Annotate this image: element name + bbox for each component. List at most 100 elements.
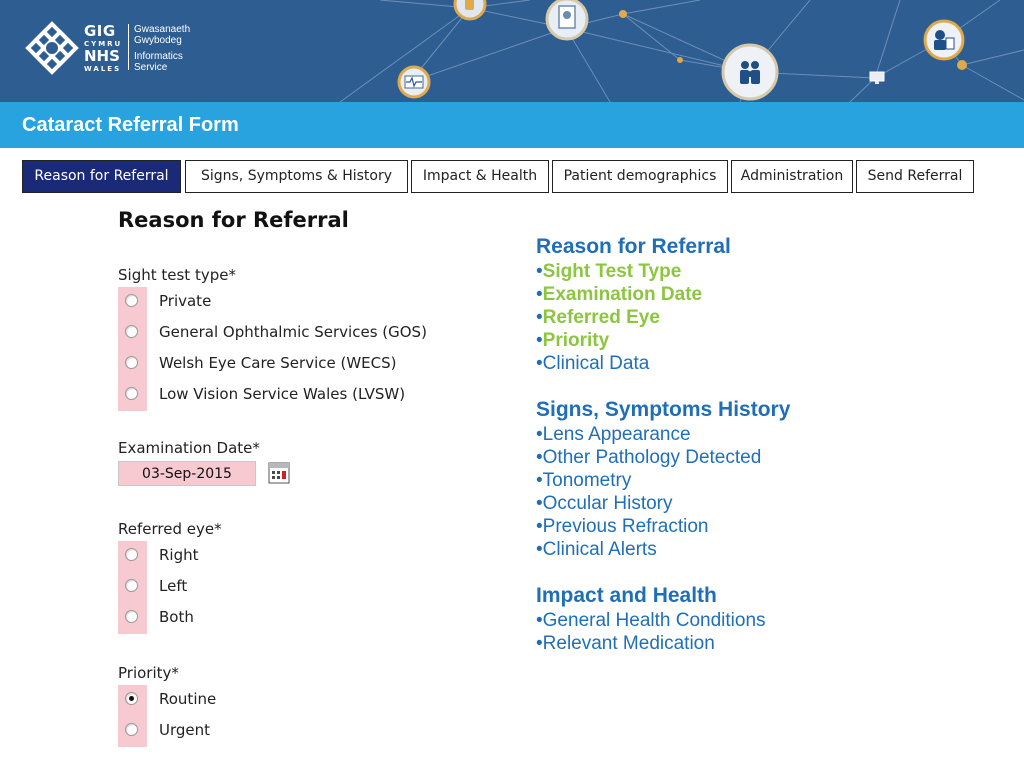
required-highlight [118,603,147,634]
radio-label: Routine [159,690,217,708]
radio-option[interactable]: Urgent [118,716,478,747]
referred-eye-label: Referred eye* [118,520,222,538]
radio-label: Left [159,577,188,595]
required-highlight [118,685,147,716]
radio-label: General Ophthalmic Services (GOS) [159,323,427,341]
required-highlight [118,318,147,349]
radio-gos[interactable] [125,325,138,338]
radio-left[interactable] [125,579,138,592]
radio-label: Private [159,292,212,310]
list-item-text: Examination Date [542,284,703,305]
list-item: •Priority [536,329,996,352]
header-banner: GIG CYMRU NHS WALES Gwasanaeth Gwybodeg … [0,0,1024,102]
logo-service-line3: Informatics [134,51,183,62]
summary-list-signs: •Lens Appearance •Other Pathology Detect… [536,423,996,561]
tab-signs-symptoms-history[interactable]: Signs, Symptoms & History [185,160,408,193]
radio-both[interactable] [125,610,138,623]
radio-option[interactable]: Left [118,572,478,603]
radio-option[interactable]: Private [118,287,478,318]
bullet-icon: • [536,493,543,514]
summary-heading-impact: Impact and Health [536,584,717,607]
priority-label: Priority* [118,664,179,682]
list-item-text: Relevant Medication [542,633,715,654]
radio-option[interactable]: Both [118,603,478,634]
tab-patient-demographics[interactable]: Patient demographics [552,160,728,193]
radio-right[interactable] [125,548,138,561]
calendar-icon[interactable] [268,462,290,484]
radio-option[interactable]: Welsh Eye Care Service (WECS) [118,349,478,380]
tab-impact-health[interactable]: Impact & Health [411,160,549,193]
family-icon [721,43,779,101]
document-icon [545,0,589,41]
list-item-text: Clinical Data [542,353,650,374]
list-item-text: Lens Appearance [542,424,691,445]
list-item-text: Previous Refraction [542,516,709,537]
list-item-text: Occular History [542,493,673,514]
bullet-icon: • [536,307,543,328]
logo-divider [128,24,129,70]
bullet-icon: • [536,447,543,468]
radio-option[interactable]: Low Vision Service Wales (LVSW) [118,380,478,411]
form-heading: Reason for Referral [118,208,349,232]
logo-service-line4: Service [134,62,168,73]
ecg-monitor-icon [397,65,431,99]
phone-icon [453,0,487,21]
radio-routine[interactable] [125,692,138,705]
radio-option[interactable]: Right [118,541,478,572]
summary-heading-reason: Reason for Referral [536,235,731,258]
exam-date-input[interactable] [118,461,256,486]
bullet-icon: • [536,424,543,445]
referred-eye-radio-group: Right Left Both [118,541,478,634]
logo-nhs-text: NHS [84,47,120,65]
required-highlight [118,380,147,411]
radio-label: Urgent [159,721,211,739]
required-highlight [118,572,147,603]
bullet-icon: • [536,330,543,351]
list-item: •Tonometry [536,469,996,492]
sight-test-label: Sight test type* [118,266,236,284]
nhs-wales-logo: GIG CYMRU NHS WALES Gwasanaeth Gwybodeg … [24,20,199,76]
radio-lvsw[interactable] [125,387,138,400]
list-item: •Occular History [536,492,996,515]
list-item-text: Priority [542,330,610,351]
list-item: •Previous Refraction [536,515,996,538]
list-item: •Lens Appearance [536,423,996,446]
referral-form: Reason for Referral Sight test type* Pri… [118,200,498,760]
section-summary: Reason for Referral •Sight Test Type •Ex… [536,234,996,655]
radio-label: Right [159,546,199,564]
list-item: •Clinical Data [536,352,996,375]
bullet-icon: • [536,539,543,560]
required-highlight [118,349,147,380]
radio-wecs[interactable] [125,356,138,369]
tab-reason-for-referral[interactable]: Reason for Referral [22,160,181,193]
monitor-icon [869,71,885,84]
radio-label: Low Vision Service Wales (LVSW) [159,385,406,403]
list-item-text: General Health Conditions [542,610,766,631]
bullet-icon: • [536,353,543,374]
bullet-icon: • [536,610,543,631]
radio-label: Both [159,608,194,626]
radio-private[interactable] [125,294,138,307]
required-highlight [118,541,147,572]
list-item-text: Referred Eye [542,307,660,328]
bullet-icon: • [536,516,543,537]
radio-option[interactable]: General Ophthalmic Services (GOS) [118,318,478,349]
logo-wales-text: WALES [84,65,122,73]
sight-test-radio-group: Private General Ophthalmic Services (GOS… [118,287,478,411]
summary-list-impact: •General Health Conditions •Relevant Med… [536,609,996,655]
tab-administration[interactable]: Administration [731,160,853,193]
list-item-text: Tonometry [542,470,632,491]
bullet-icon: • [536,284,543,305]
title-bar: Cataract Referral Form [0,102,1024,148]
priority-radio-group: Routine Urgent [118,685,478,747]
bullet-icon: • [536,261,543,282]
list-item: •Clinical Alerts [536,538,996,561]
logo-service-line1: Gwasanaeth [134,24,191,35]
radio-option[interactable]: Routine [118,685,478,716]
radio-urgent[interactable] [125,723,138,736]
tab-send-referral[interactable]: Send Referral [856,160,974,193]
list-item: •Other Pathology Detected [536,446,996,469]
list-item: •Examination Date [536,283,996,306]
bullet-icon: • [536,633,543,654]
